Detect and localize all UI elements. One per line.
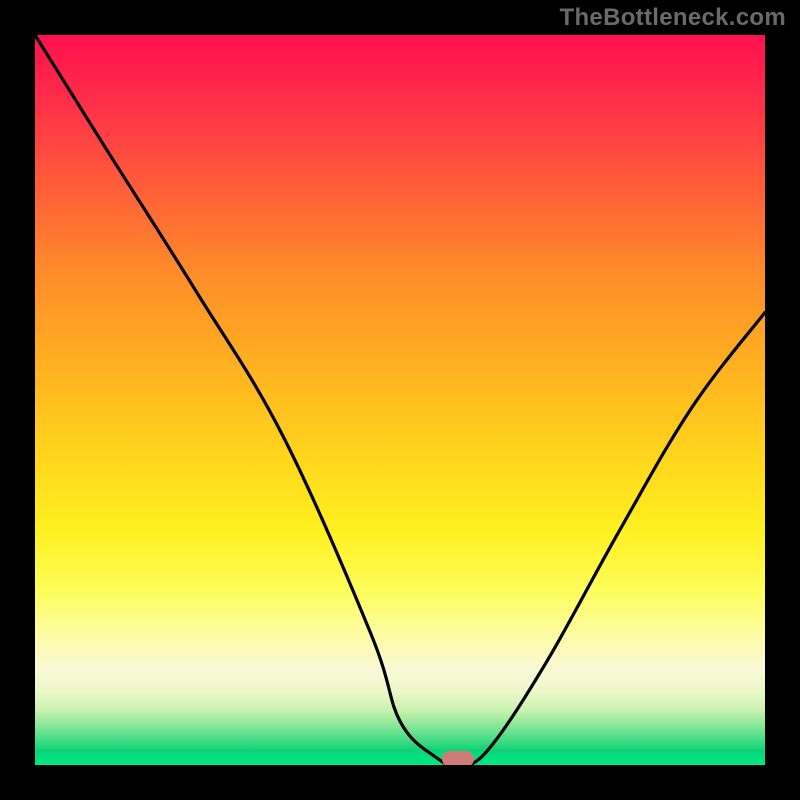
optimal-point-marker	[442, 751, 474, 765]
plot-area	[35, 35, 765, 765]
gradient-bottom-strip	[35, 751, 765, 765]
curve-path	[35, 35, 765, 765]
bottleneck-curve	[35, 35, 765, 765]
watermark-label: TheBottleneck.com	[560, 4, 786, 32]
chart-container: TheBottleneck.com	[0, 0, 800, 800]
